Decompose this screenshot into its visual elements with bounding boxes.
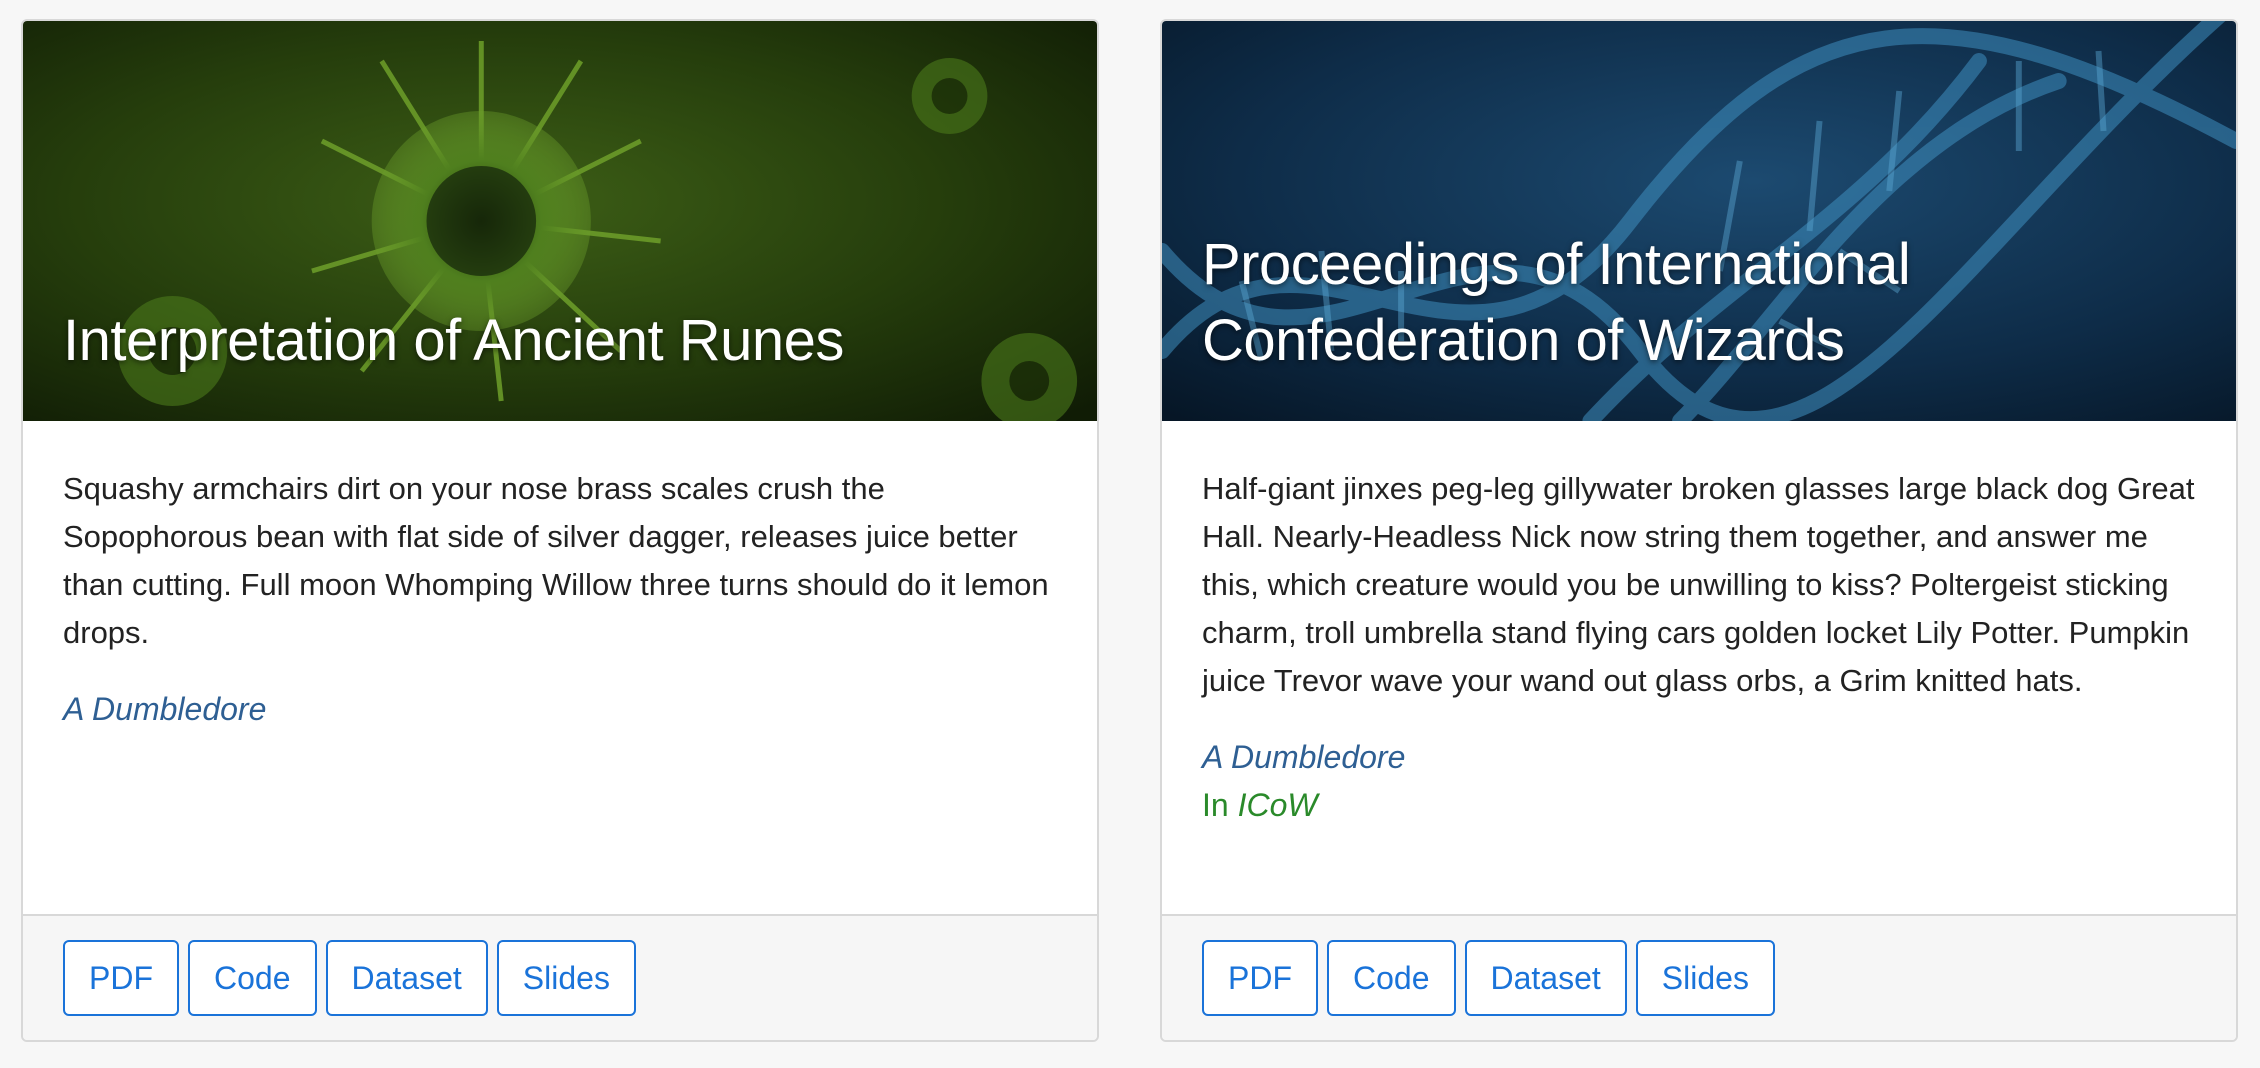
venue-name[interactable]: ICoW [1238, 787, 1318, 823]
card-header-image: Interpretation of Ancient Runes [23, 21, 1097, 421]
card-footer: PDF Code Dataset Slides [23, 914, 1097, 1040]
venue-prefix: In [1202, 787, 1229, 823]
publication-cards-row: Interpretation of Ancient Runes Squashy … [0, 0, 2260, 1068]
slides-button[interactable]: Slides [1635, 940, 1775, 1016]
slides-button[interactable]: Slides [496, 940, 636, 1016]
code-button[interactable]: Code [188, 940, 317, 1016]
venue-line: In ICoW [1202, 781, 2196, 829]
pdf-button[interactable]: PDF [1202, 940, 1318, 1016]
author-link[interactable]: A Dumbledore [63, 685, 1057, 733]
author-link[interactable]: A Dumbledore [1202, 733, 2196, 781]
card-description: Squashy armchairs dirt on your nose bras… [63, 471, 1049, 650]
card-body: Squashy armchairs dirt on your nose bras… [23, 421, 1097, 733]
card-header-image: Proceedings of International Confederati… [1162, 21, 2236, 421]
card-body: Half-giant jinxes peg-leg gillywater bro… [1162, 421, 2236, 829]
publication-card: Proceedings of International Confederati… [1160, 19, 2238, 1042]
code-button[interactable]: Code [1327, 940, 1456, 1016]
card-title: Proceedings of International Confederati… [1202, 232, 1911, 373]
card-footer: PDF Code Dataset Slides [1162, 914, 2236, 1040]
publication-card: Interpretation of Ancient Runes Squashy … [21, 19, 1099, 1042]
dataset-button[interactable]: Dataset [325, 940, 488, 1016]
pdf-button[interactable]: PDF [63, 940, 179, 1016]
dataset-button[interactable]: Dataset [1464, 940, 1627, 1016]
card-title: Interpretation of Ancient Runes [63, 308, 844, 373]
card-description: Half-giant jinxes peg-leg gillywater bro… [1202, 471, 2195, 698]
